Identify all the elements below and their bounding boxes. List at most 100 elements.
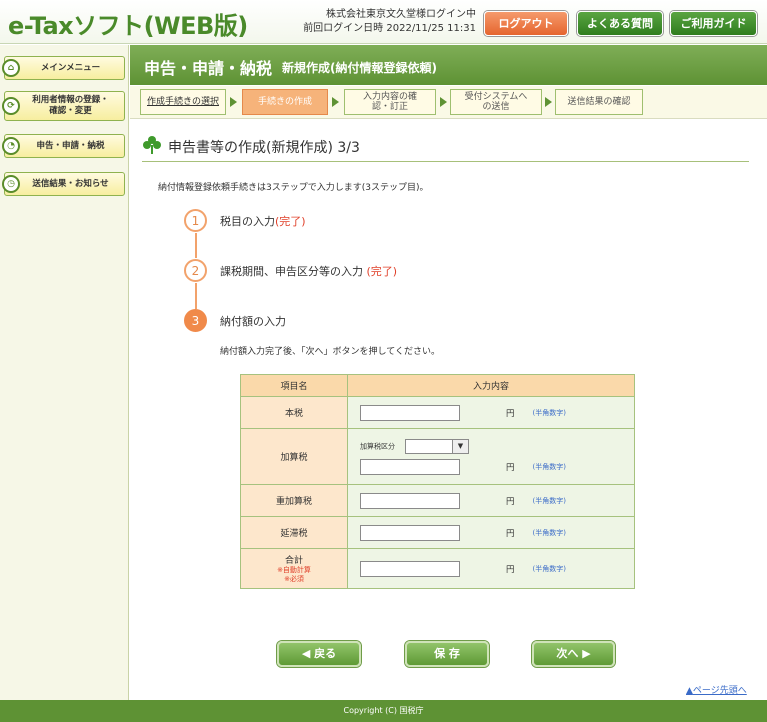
step-send: 受付システムへの送信	[450, 89, 542, 115]
row-value: 円 (半角数字)	[347, 396, 635, 429]
row-value: 円 (半角数字)	[347, 548, 635, 589]
hint-label: (半角数字)	[532, 528, 566, 537]
progress-step-2: 課税期間、申告区分等の入力 (完了)	[220, 263, 397, 279]
progress-line	[195, 233, 197, 258]
sidebar-item-label: 利用者情報の登録・確認・変更	[32, 95, 109, 116]
table-row: 本税 円 (半角数字)	[240, 396, 635, 429]
progress-label: 課税期間、申告区分等の入力	[220, 265, 363, 278]
step-label: 入力内容の確認・訂正	[362, 92, 417, 112]
sidebar-item-filing[interactable]: ◔ 申告・申請・納税	[2, 134, 125, 158]
next-circle-icon: ▶	[582, 647, 591, 660]
row-label-heavy-additional-tax: 重加算税	[240, 484, 348, 517]
last-login: 前回ログイン日時 2022/11/25 11:31	[303, 23, 476, 34]
clock-icon: ◷	[2, 175, 20, 193]
arrow-up-icon: ▲	[686, 686, 693, 696]
sidebar-item-label: メインメニュー	[40, 62, 101, 73]
clover-icon	[143, 136, 161, 154]
arrow-right-icon	[545, 97, 552, 107]
step-check-result: 送信結果の確認	[555, 89, 643, 115]
page-top-link[interactable]: ▲ページ先頭へ	[686, 683, 747, 696]
hint-label: (半角数字)	[532, 496, 566, 505]
refresh-icon: ⟳	[2, 97, 20, 115]
progress-status: (完了)	[366, 265, 398, 278]
sidebar: ⌂ メインメニュー ⟳ 利用者情報の登録・確認・変更 ◔ 申告・申請・納税 ◷ …	[0, 45, 129, 700]
additional-tax-input[interactable]	[360, 458, 460, 475]
sidebar-item-user-info[interactable]: ⟳ 利用者情報の登録・確認・変更	[2, 91, 125, 121]
sidebar-item-label: 送信結果・お知らせ	[32, 178, 109, 189]
total-input[interactable]	[360, 560, 460, 577]
back-label: 戻る	[314, 647, 337, 660]
section-heading: 申告書等の作成(新規作成) 3/3	[142, 134, 749, 162]
progress-label: 納付額の入力	[220, 315, 286, 328]
step-confirm-edit: 入力内容の確認・訂正	[344, 89, 436, 115]
logout-button[interactable]: ログアウト	[484, 11, 568, 36]
heavy-additional-tax-input[interactable]	[360, 492, 460, 509]
row-label-total: 合計 ※自動計算 ※必須	[240, 548, 348, 589]
payment-amount-table: 項目名 入力内容 本税 円 (半角数字) 加算税 加算税区分 ▼ 円 (半角数字) 重…	[240, 374, 635, 589]
save-button[interactable]: 保 存	[405, 641, 489, 667]
table-header-row: 項目名 入力内容	[240, 374, 635, 397]
faq-button[interactable]: よくある質問	[577, 11, 663, 36]
step-navigation: 作成手続きの選択 手続きの作成 入力内容の確認・訂正 受付システムへの送信 送信…	[130, 86, 767, 119]
total-label: 合計	[284, 556, 303, 566]
sidebar-item-results[interactable]: ◷ 送信結果・お知らせ	[2, 172, 125, 196]
additional-tax-type-label: 加算税区分	[360, 442, 395, 450]
row-value: 加算税区分 ▼ 円 (半角数字)	[347, 428, 635, 485]
next-label: 次へ	[556, 647, 579, 660]
hint-label: (半角数字)	[532, 408, 566, 417]
row-value: 円 (半角数字)	[347, 484, 635, 517]
column-header-item: 項目名	[240, 374, 348, 397]
hint-label: (半角数字)	[532, 564, 566, 573]
row-label-delinquency-tax: 延滞税	[240, 516, 348, 549]
back-circle-icon: ◀	[301, 647, 311, 660]
unit-label: 円	[506, 564, 515, 575]
progress-label: 税目の入力	[220, 215, 275, 228]
page-titlebar: 申告・申請・納税 新規作成(納付情報登録依頼)	[130, 45, 767, 85]
back-button[interactable]: ◀ 戻る	[277, 641, 361, 667]
page-subtitle: 新規作成(納付情報登録依頼)	[282, 61, 437, 75]
step-number-1: 1	[184, 209, 207, 232]
arrow-right-icon	[440, 97, 447, 107]
table-row: 加算税 加算税区分 ▼ 円 (半角数字)	[240, 428, 635, 485]
unit-label: 円	[506, 462, 515, 473]
table-row: 延滞税 円 (半角数字)	[240, 516, 635, 549]
guide-button[interactable]: ご利用ガイド	[670, 11, 757, 36]
step-create-procedure: 手続きの作成	[242, 89, 328, 115]
dropdown-arrow-icon: ▼	[452, 439, 468, 453]
login-info: 株式会社東京文久堂様ログイン中 前回ログイン日時 2022/11/25 11:3…	[282, 8, 476, 36]
main-tax-input[interactable]	[360, 404, 460, 421]
page-title: 申告・申請・納税	[144, 59, 273, 78]
intro-text: 納付情報登録依頼手続きは3ステップで入力します(3ステップ目)。	[158, 183, 429, 193]
progress-step-3: 納付額の入力	[220, 313, 286, 329]
footer-copyright: Copyright (C) 国税庁	[0, 700, 767, 722]
table-row: 重加算税 円 (半角数字)	[240, 484, 635, 517]
home-icon: ⌂	[2, 59, 20, 77]
next-button[interactable]: 次へ ▶	[532, 641, 615, 667]
unit-label: 円	[506, 408, 515, 419]
row-value: 円 (半角数字)	[347, 516, 635, 549]
instruction-note: 納付額入力完了後、「次へ」ボタンを押してください。	[220, 347, 440, 357]
sidebar-item-main-menu[interactable]: ⌂ メインメニュー	[2, 56, 125, 80]
sidebar-item-label: 申告・申請・納税	[36, 140, 105, 151]
progress-step-1: 税目の入力(完了)	[220, 213, 306, 229]
delinquency-tax-input[interactable]	[360, 524, 460, 541]
arrow-right-icon	[230, 97, 237, 107]
unit-label: 円	[506, 528, 515, 539]
step-select-procedure[interactable]: 作成手続きの選択	[140, 89, 226, 115]
row-label-additional-tax: 加算税	[240, 428, 348, 485]
required-note: ※必須	[284, 575, 304, 583]
section-title: 申告書等の作成(新規作成) 3/3	[168, 140, 360, 156]
login-user: 株式会社東京文久堂様ログイン中	[326, 9, 476, 20]
table-row: 合計 ※自動計算 ※必須 円 (半角数字)	[240, 548, 635, 589]
page-top-label: ページ先頭へ	[692, 686, 747, 696]
progress-status: (完了)	[275, 215, 306, 228]
row-label-main-tax: 本税	[240, 396, 348, 429]
app-header: e-Taxソフト(WEB版) 株式会社東京文久堂様ログイン中 前回ログイン日時 …	[0, 0, 767, 44]
progress-line	[195, 283, 197, 309]
step-label: 受付システムへの送信	[464, 92, 528, 112]
column-header-input: 入力内容	[347, 374, 635, 397]
step-number-3: 3	[184, 309, 207, 332]
auto-calc-note: ※自動計算	[277, 566, 311, 574]
unit-label: 円	[506, 496, 515, 507]
additional-tax-type-select[interactable]: ▼	[405, 438, 469, 454]
